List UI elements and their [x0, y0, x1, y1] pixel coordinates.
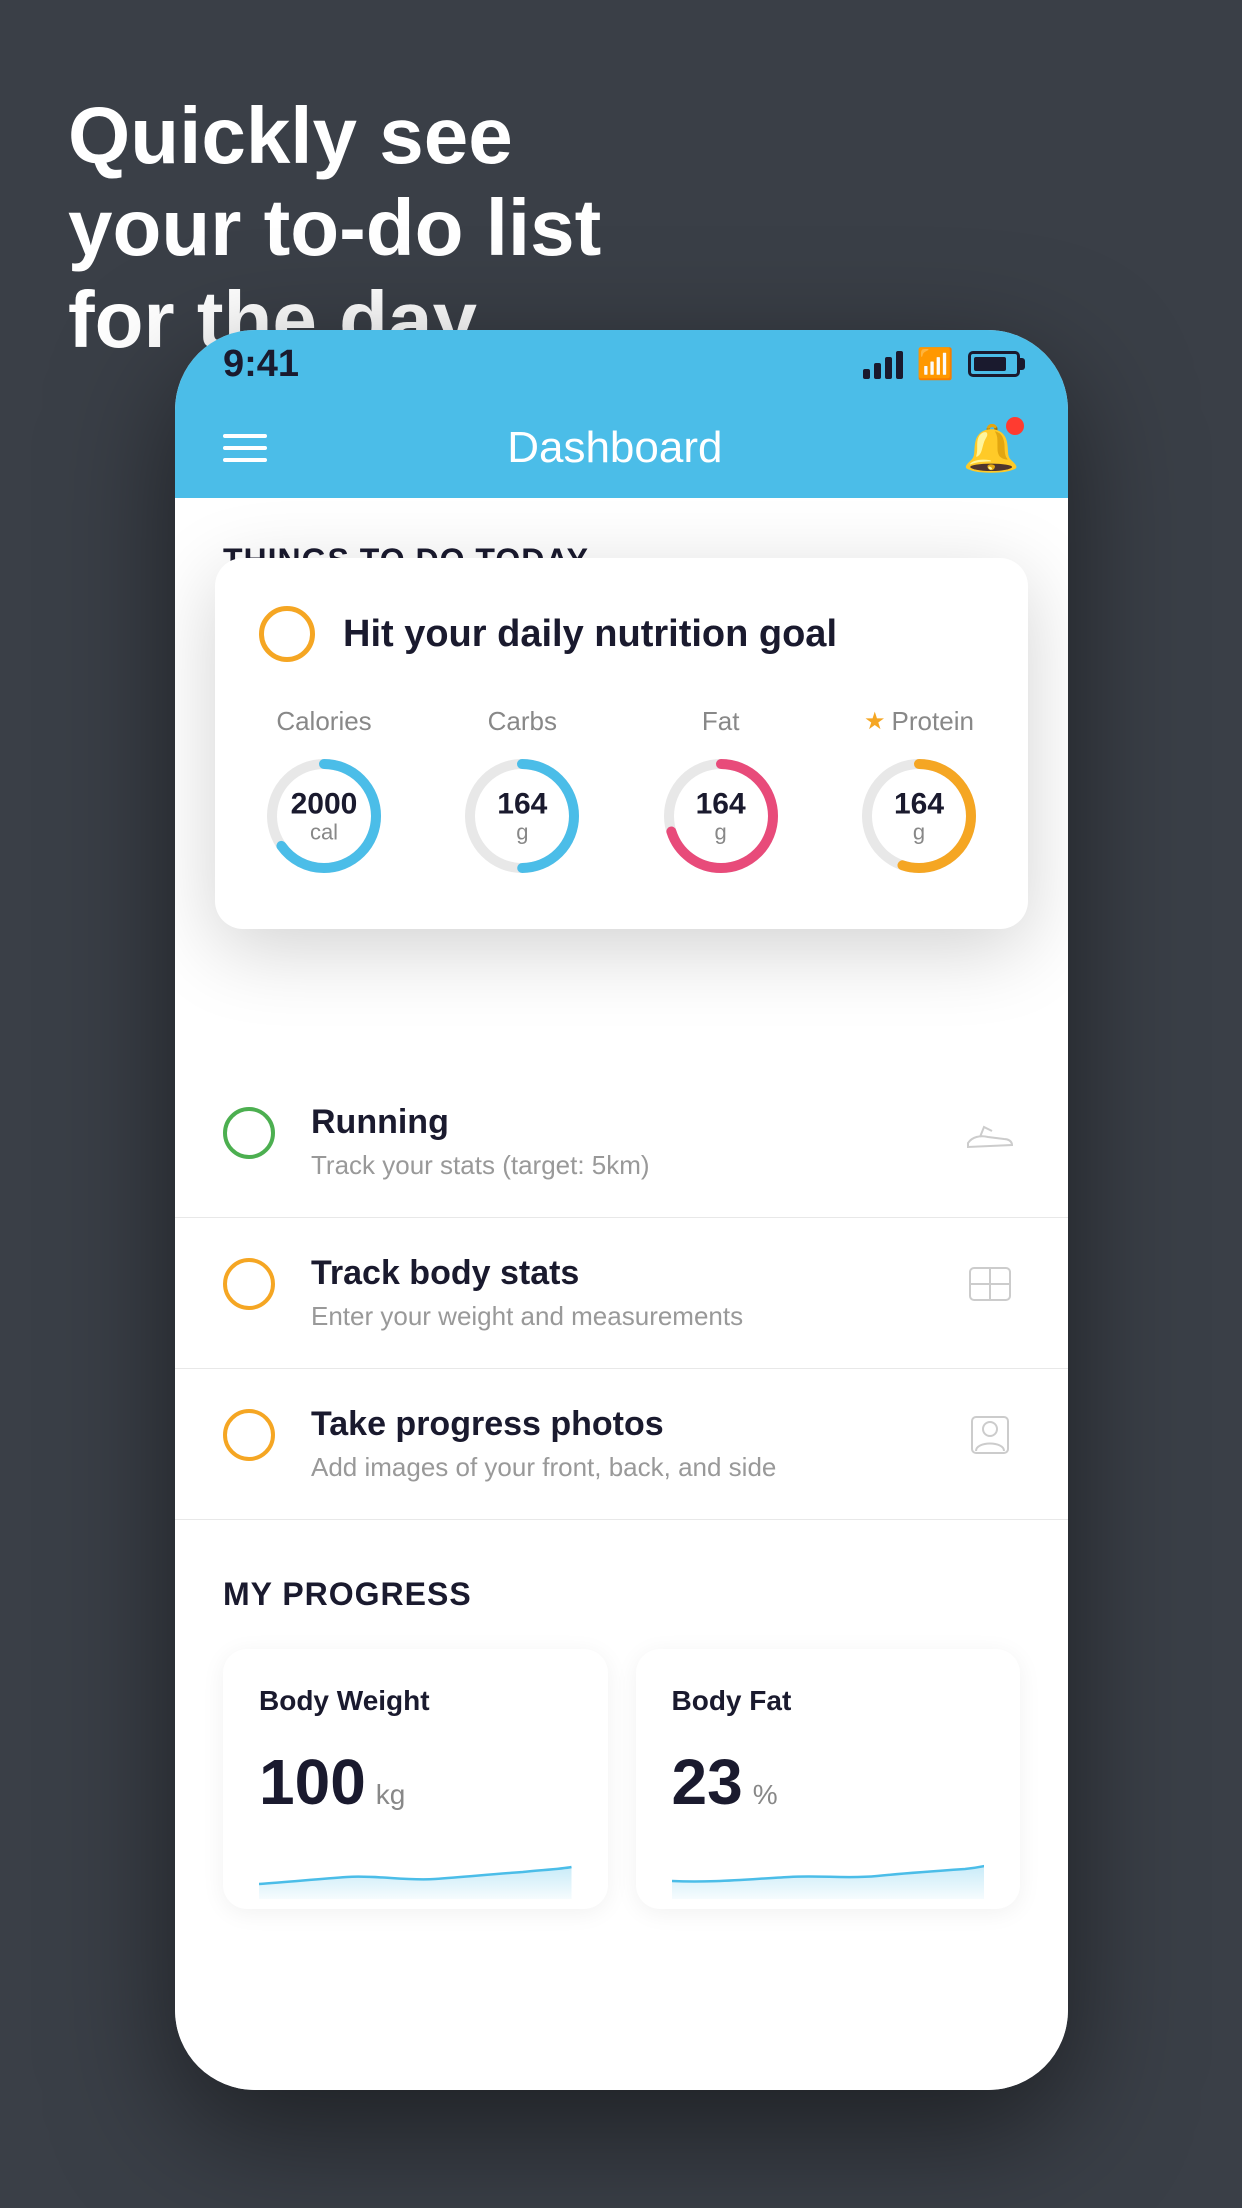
todo-item-running[interactable]: Running Track your stats (target: 5km)	[175, 1067, 1068, 1218]
body-fat-sparkline	[672, 1839, 985, 1899]
todo-item-photos[interactable]: Take progress photos Add images of your …	[175, 1369, 1068, 1520]
nutrition-card: Hit your daily nutrition goal Calories	[215, 558, 1028, 929]
body-weight-value: 100	[259, 1745, 366, 1819]
fat-label: Fat	[702, 706, 740, 737]
body-weight-sparkline	[259, 1839, 572, 1899]
app-header: Dashboard 🔔	[175, 398, 1068, 498]
battery-icon	[968, 351, 1020, 377]
body-weight-value-row: 100 kg	[259, 1745, 572, 1819]
protein-label: Protein	[892, 706, 974, 737]
card-check-circle	[259, 606, 315, 662]
nutrition-protein: ★ Protein 164 g	[854, 706, 984, 881]
person-icon	[960, 1405, 1020, 1465]
body-weight-card: Body Weight 100 kg	[223, 1649, 608, 1909]
todo-circle-running	[223, 1107, 275, 1159]
todo-list: Running Track your stats (target: 5km) T…	[175, 1067, 1068, 1520]
todo-subtitle-running: Track your stats (target: 5km)	[311, 1150, 924, 1181]
status-bar: 9:41 📶	[175, 330, 1068, 398]
body-fat-card: Body Fat 23 %	[636, 1649, 1021, 1909]
todo-title-body-stats: Track body stats	[311, 1254, 924, 1293]
todo-text-photos: Take progress photos Add images of your …	[311, 1405, 924, 1483]
todo-circle-body-stats	[223, 1258, 275, 1310]
nutrition-calories: Calories 2000 cal	[259, 706, 389, 881]
protein-circle: 164 g	[854, 751, 984, 881]
body-fat-value: 23	[672, 1745, 743, 1819]
headline: Quickly see your to-do list for the day.	[68, 90, 601, 366]
star-icon: ★	[864, 707, 886, 736]
status-time: 9:41	[223, 343, 299, 386]
progress-cards: Body Weight 100 kg	[223, 1649, 1020, 1909]
body-weight-unit: kg	[376, 1779, 406, 1811]
calories-label: Calories	[276, 706, 371, 737]
todo-text-running: Running Track your stats (target: 5km)	[311, 1103, 924, 1181]
card-title: Hit your daily nutrition goal	[343, 613, 837, 656]
todo-subtitle-body-stats: Enter your weight and measurements	[311, 1301, 924, 1332]
fat-circle: 164 g	[656, 751, 786, 881]
phone-frame: 9:41 📶 Dashboard 🔔 THINGS TO DO TOD	[175, 330, 1068, 2090]
nutrition-circles: Calories 2000 cal	[259, 706, 984, 881]
body-fat-title: Body Fat	[672, 1685, 985, 1717]
todo-item-body-stats[interactable]: Track body stats Enter your weight and m…	[175, 1218, 1068, 1369]
todo-title-running: Running	[311, 1103, 924, 1142]
body-fat-unit: %	[753, 1779, 778, 1811]
shoe-icon	[960, 1103, 1020, 1163]
notification-dot	[1006, 417, 1024, 435]
hamburger-menu[interactable]	[223, 434, 267, 462]
todo-title-photos: Take progress photos	[311, 1405, 924, 1444]
app-title: Dashboard	[507, 423, 722, 473]
wifi-icon: 📶	[917, 347, 954, 382]
app-body: THINGS TO DO TODAY Hit your daily nutrit…	[175, 498, 1068, 2090]
progress-section: MY PROGRESS Body Weight 100 kg	[175, 1520, 1068, 1909]
scale-icon	[960, 1254, 1020, 1314]
todo-circle-photos	[223, 1409, 275, 1461]
calories-circle: 2000 cal	[259, 751, 389, 881]
notification-button[interactable]: 🔔	[963, 421, 1020, 476]
todo-subtitle-photos: Add images of your front, back, and side	[311, 1452, 924, 1483]
body-fat-value-row: 23 %	[672, 1745, 985, 1819]
todo-text-body-stats: Track body stats Enter your weight and m…	[311, 1254, 924, 1332]
nutrition-fat: Fat 164 g	[656, 706, 786, 881]
signal-icon	[863, 349, 903, 379]
nutrition-carbs: Carbs 164 g	[457, 706, 587, 881]
status-icons: 📶	[863, 347, 1020, 382]
carbs-circle: 164 g	[457, 751, 587, 881]
card-title-row: Hit your daily nutrition goal	[259, 606, 984, 662]
carbs-label: Carbs	[488, 706, 557, 737]
body-weight-title: Body Weight	[259, 1685, 572, 1717]
progress-header: MY PROGRESS	[223, 1576, 1020, 1613]
